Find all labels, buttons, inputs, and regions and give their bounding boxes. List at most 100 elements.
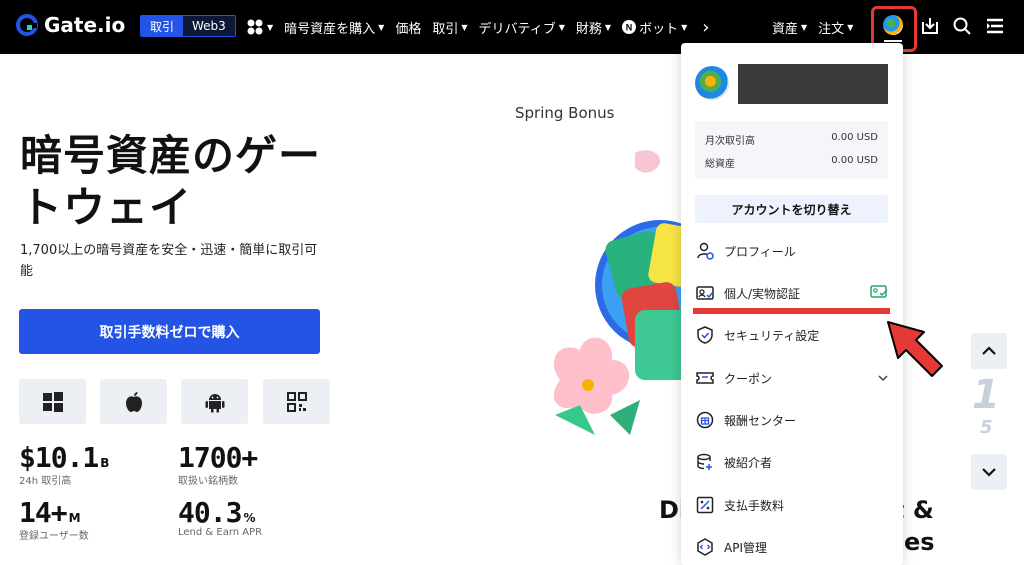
menu-label: クーポン [724,371,773,386]
svg-text:N: N [626,23,633,33]
search-icon[interactable] [952,16,972,40]
gift-icon [695,410,715,430]
chevron-down-icon [982,468,996,477]
spring-bonus-title: Spring Bonus [515,104,615,122]
gate-logo-icon [16,14,38,36]
monthly-volume-label: 月次取引高 [705,136,755,147]
user-avatar-button[interactable] [883,15,903,35]
download-android-button[interactable] [181,379,248,424]
menu-fees[interactable]: 支払手数料 [695,491,888,519]
gateio-logo[interactable]: Gate.io [16,13,125,37]
menu-label: 支払手数料 [724,498,785,513]
banner-text-part3: es [904,528,935,556]
nav-finance[interactable]: 財務 ▼ [576,18,611,37]
coins-stack-icon [695,452,715,472]
fee-percent-icon [695,495,715,515]
nav-prices[interactable]: 価格 [395,18,421,37]
stat-apr: 40.3% Lend & Earn APR [178,496,262,538]
red-arrow-annotation [887,321,943,377]
hero-title-line1: 暗号資産のゲー [20,131,322,180]
stat-volume: $10.1 B 24h 取引高 [19,441,109,487]
buy-zero-fee-button[interactable]: 取引手数料ゼロで購入 [19,309,320,354]
hero-title: 暗号資産のゲー トウェイ [20,130,340,234]
stat-value: 1700+ [178,441,258,474]
account-dropdown: 月次取引高 0.00 USD 総資産 0.00 USD アカウントを切り替え プ… [681,43,903,565]
menu-label: 報酬センター [724,413,797,428]
menu-label: 個人/実物認証 [724,286,801,301]
mode-trade[interactable]: 取引 [141,16,184,36]
chevron-down-icon: ▼ [604,22,612,32]
monthly-volume-value: 0.00 USD [831,132,878,143]
nav-bots[interactable]: N ボット ▼ [622,18,687,37]
account-avatar [695,66,729,100]
stat-coins: 1700+ 取扱い銘柄数 [178,441,259,487]
nav-label: 価格 [395,21,422,37]
promo-illustration [553,150,690,435]
chevron-up-icon [982,346,996,355]
nav-assets[interactable]: 資産 ▼ [772,18,807,37]
chevron-down-icon: ▼ [558,22,565,32]
redacted-username [738,64,888,104]
bot-n-icon: N [622,20,637,34]
hero-title-line2: トウェイ [20,183,193,232]
menu-rewards-center[interactable]: 報酬センター [695,406,888,434]
logo-text: Gate.io [44,13,126,37]
mode-web3[interactable]: Web3 [183,16,235,36]
highlight-underline [693,308,890,314]
download-icon[interactable] [920,16,940,40]
apps-grid-icon [247,19,263,35]
menu-identity-verification[interactable]: 個人/実物認証 [695,279,888,307]
apple-icon [125,391,142,412]
download-qr-button[interactable] [263,379,330,424]
coupon-icon [695,368,715,388]
download-windows-button[interactable] [19,379,86,424]
android-icon [205,393,224,412]
menu-referees[interactable]: 被紹介者 [695,448,888,476]
stat-value: 14+ [19,496,68,529]
api-cube-icon [695,537,715,557]
stat-label: Lend & Earn APR [178,527,263,538]
menu-api-management[interactable]: API管理 [695,533,888,561]
shield-icon [695,325,715,345]
carousel-up-button[interactable] [971,333,1007,369]
menu-profile[interactable]: プロフィール [695,237,888,265]
mode-switch: 取引 Web3 [140,15,236,37]
nav-label: 財務 [575,21,602,37]
nav-label: デリバティブ [478,21,556,37]
switch-account-button[interactable]: アカウントを切り替え [695,195,888,223]
stat-label: 登録ユーザー数 [19,531,89,542]
nav-label: 注文 [818,21,845,37]
stat-unit: M [68,511,81,525]
apps-menu[interactable]: ▼ [246,18,273,36]
windows-icon [42,391,63,412]
nav-label: 資産 [772,21,799,37]
nav-more-arrow[interactable]: › [702,17,709,38]
nav-label: ボット [639,21,679,37]
id-card-icon [695,283,715,303]
menu-coupons[interactable]: クーポン [695,364,888,392]
chevron-down-icon: ▼ [378,22,385,32]
menu-label: API管理 [724,540,767,555]
stat-value: 40.3 [178,496,242,529]
menu-label: プロフィール [724,244,796,259]
chevron-down-icon: ▼ [847,22,854,32]
stat-unit: B [100,456,110,470]
nav-orders[interactable]: 注文 ▼ [818,18,853,37]
stat-users: 14+ M 登録ユーザー数 [19,496,89,542]
avatar-active-indicator [884,40,902,42]
nav-trade[interactable]: 取引 ▼ [432,18,467,37]
chevron-down-icon: ▼ [681,22,688,32]
stat-value: $10.1 [19,441,99,474]
nav-derivatives[interactable]: デリバティブ ▼ [479,18,565,37]
chevron-down-icon: ▼ [461,22,468,32]
total-assets-label: 総資産 [705,159,735,170]
download-apple-button[interactable] [100,379,167,424]
nav-buy-crypto[interactable]: 暗号資産を購入 ▼ [284,18,384,37]
carousel-total: 5 [980,417,993,438]
menu-security-settings[interactable]: セキュリティ設定 [695,321,888,349]
carousel-down-button[interactable] [971,454,1007,490]
chevron-down-icon: ▼ [267,22,274,32]
account-stats-panel: 月次取引高 0.00 USD 総資産 0.00 USD [695,121,888,179]
profile-icon [695,241,715,261]
menu-icon[interactable] [985,17,1005,39]
